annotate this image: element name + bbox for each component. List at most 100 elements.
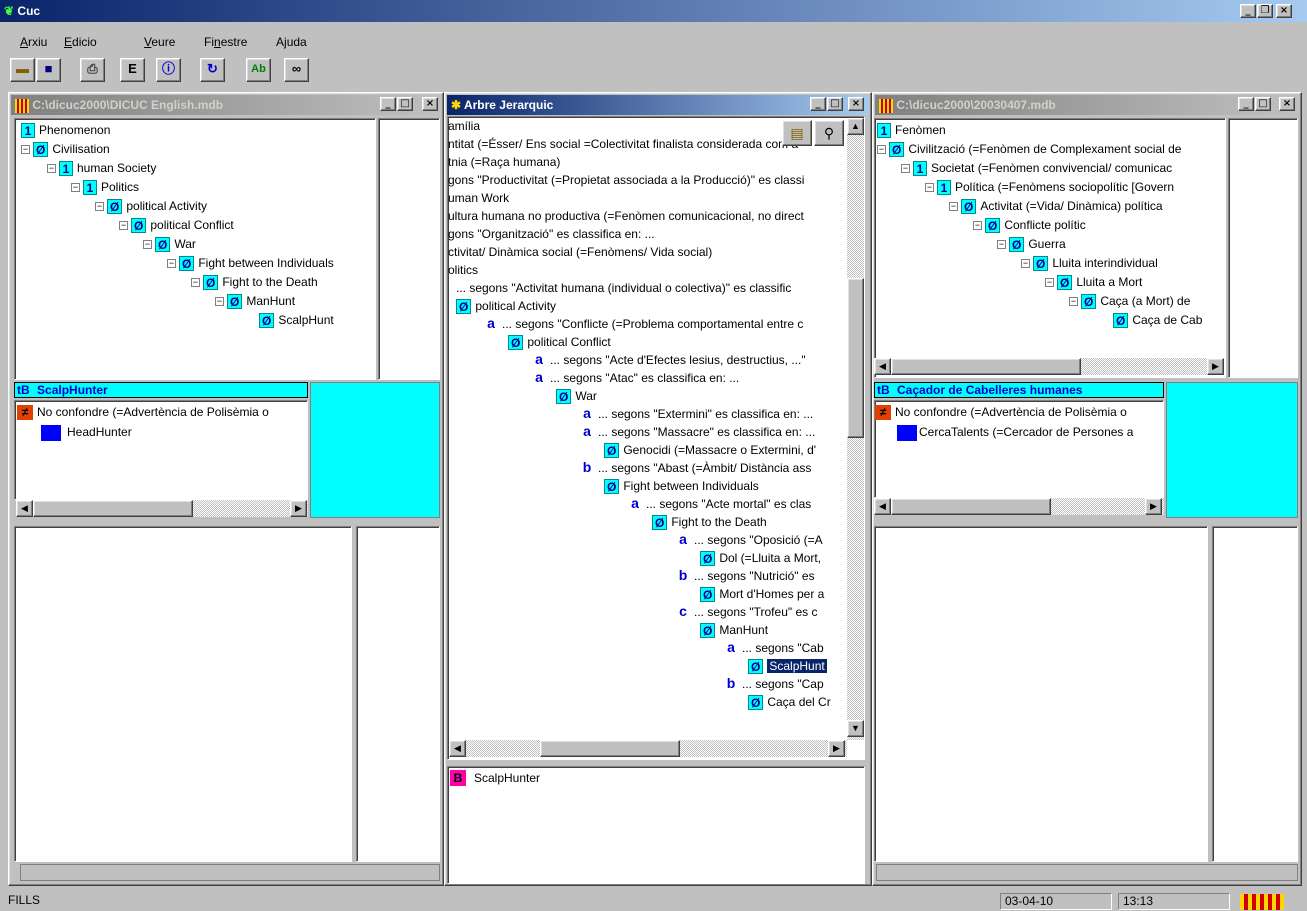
tree-line[interactable]: a... segons "Acte d'Efectes lesius, dest… (532, 351, 806, 369)
center-minimize-button[interactable]: _ (810, 97, 826, 111)
menu-edicio[interactable]: Edicio (64, 35, 97, 49)
tree-line[interactable]: a... segons "Massacre" es classifica en:… (580, 423, 815, 441)
tree-line[interactable]: a... segons "Extermini" es classifica en… (580, 405, 813, 423)
tree-node[interactable]: Ø ScalpHunt (259, 311, 334, 329)
scroll-thumb[interactable] (540, 740, 680, 757)
refresh-icon[interactable]: ↻ (200, 58, 225, 82)
tree-line[interactable]: Øpolitical Conflict (508, 333, 611, 351)
app-restore-button[interactable]: ❐ (1257, 4, 1273, 18)
scroll-right-button[interactable]: ▶ (290, 500, 307, 517)
tree-line-selected[interactable]: Ø ScalpHunt (748, 657, 827, 675)
tree-line[interactable]: a... segons "Cab (724, 639, 824, 657)
tree-line[interactable]: a... segons "Conflicte (=Problema compor… (484, 315, 803, 333)
tree-line[interactable]: Ø Caça del Cr (748, 693, 831, 711)
tree-line[interactable]: Ø War (556, 387, 597, 405)
center-tree[interactable]: amília ntitat (=Ésser/ Ens social =Colec… (447, 116, 865, 760)
scroll-right-button[interactable]: ▶ (1207, 358, 1224, 375)
tree-line[interactable]: gons "Organització" es classifica en: ..… (448, 225, 655, 243)
save-icon[interactable]: ■ (36, 58, 61, 82)
relation-row[interactable]: CercaTalents (=Cercador de Persones a (897, 423, 1133, 441)
scroll-thumb[interactable] (33, 500, 193, 517)
tree-line[interactable]: b... segons "Cap (724, 675, 824, 693)
center-bottom-pane[interactable]: B ScalpHunter (447, 766, 865, 884)
app-minimize-button[interactable]: _ (1240, 4, 1256, 18)
tree-node[interactable]: − Ø Caça (a Mort) de (1069, 292, 1190, 310)
spellcheck-icon[interactable]: Ab (246, 58, 271, 82)
link-icon[interactable]: ∞ (284, 58, 309, 82)
scroll-down-button[interactable]: ▼ (847, 720, 864, 737)
scroll-left-button[interactable]: ◀ (874, 498, 891, 515)
tree-node[interactable]: − Ø Civilització (=Fenòmen de Complexament… (877, 140, 1181, 158)
scroll-left-button[interactable]: ◀ (16, 500, 33, 517)
tree-line[interactable]: b... segons "Nutrició" es (676, 567, 815, 585)
right-tree[interactable]: 1 Fenòmen − Ø Civilització (=Fenòmen de Com… (874, 118, 1226, 378)
tree-node[interactable]: − Ø Fight between Individuals (167, 254, 334, 272)
tree-line[interactable]: olitics (448, 261, 478, 279)
center-maximize-button[interactable]: □ (827, 97, 843, 111)
tree-node[interactable]: 1 Fenòmen (877, 121, 946, 139)
tree-node[interactable]: − Ø Activitat (=Vida/ Dinàmica) política (949, 197, 1163, 215)
scroll-up-button[interactable]: ▲ (847, 118, 864, 135)
tree-line[interactable]: a... segons "Acte mortal" es clas (628, 495, 811, 513)
tree-node[interactable]: − Ø Civilisation (21, 140, 110, 158)
center-close-button[interactable]: × (848, 97, 864, 111)
tree-line[interactable]: b... segons "Abast (=Àmbit/ Distància as… (580, 459, 812, 477)
right-relations[interactable]: ≠ No confondre (=Advertència de Polisèmia… (874, 400, 1164, 498)
tree-node[interactable]: − Ø Conflicte polític (973, 216, 1086, 234)
relation-row[interactable]: ≠ No confondre (=Advertència de Polisèmia… (17, 403, 269, 421)
tree-line[interactable]: a... segons "Oposició (=A (676, 531, 823, 549)
tree-icon[interactable]: E (120, 58, 145, 82)
tree-node[interactable]: − Ø Lluita interindividual (1021, 254, 1158, 272)
tree-node[interactable]: − Ø Guerra (997, 235, 1066, 253)
app-close-button[interactable]: × (1276, 4, 1292, 18)
tree-line[interactable]: ntitat (=Ésser/ Ens social =Colectivitat… (448, 135, 798, 153)
tree-node[interactable]: −1 Política (=Fenòmens sociopolític [Gove… (925, 178, 1174, 196)
menu-arxiu[interactable]: Arxiu (20, 35, 47, 49)
ruler-icon[interactable]: ▤ (782, 120, 812, 146)
tree-line[interactable]: tnia (=Raça humana) (448, 153, 560, 171)
scroll-thumb[interactable] (891, 498, 1051, 515)
tree-line[interactable]: uman Work (448, 189, 509, 207)
scroll-left-button[interactable]: ◀ (449, 740, 466, 757)
tree-line[interactable]: Ø Mort d'Homes per a (700, 585, 824, 603)
scroll-right-button[interactable]: ▶ (828, 740, 845, 757)
tree-node[interactable]: −1 human Society (47, 159, 156, 177)
scroll-thumb[interactable] (891, 358, 1081, 375)
menu-ajuda[interactable]: Ajuda (276, 35, 307, 49)
tree-line[interactable]: ultura humana no productiva (=Fenòmen co… (448, 207, 804, 225)
term-row[interactable]: B ScalpHunter (450, 769, 540, 787)
tree-node[interactable]: − Øpolitical Activity (95, 197, 207, 215)
tree-node[interactable]: 1 Phenomenon (21, 121, 110, 139)
tree-line[interactable]: gons "Productivitat (=Propietat associad… (448, 171, 804, 189)
tree-node[interactable]: −1 Politics (71, 178, 139, 196)
left-minimize-button[interactable]: _ (380, 97, 396, 111)
tree-line[interactable]: amília (448, 117, 480, 135)
tree-node[interactable]: − Øpolitical Conflict (119, 216, 234, 234)
tree-line[interactable]: ... segons "Activitat humana (individual… (456, 279, 791, 297)
open-icon[interactable]: ▬ (10, 58, 35, 82)
tree-node[interactable]: − Ø ManHunt (215, 292, 295, 310)
tree-line[interactable]: Ø Fight between Individuals (604, 477, 759, 495)
tree-node[interactable]: − Ø Lluita a Mort (1045, 273, 1142, 291)
scroll-left-button[interactable]: ◀ (874, 358, 891, 375)
left-relations[interactable]: ≠ No confondre (=Advertència de Polisèmia… (14, 400, 308, 500)
tree-line[interactable]: c... segons "Trofeu" es c (676, 603, 817, 621)
menu-veure[interactable]: Veure (144, 35, 175, 49)
tree-node[interactable]: Ø Caça de Cab (1113, 311, 1202, 329)
info-icon[interactable]: ⓘ (156, 58, 181, 82)
menu-finestre[interactable]: Finestre (204, 35, 247, 49)
tree-line[interactable]: Ø Fight to the Death (652, 513, 767, 531)
tree-line[interactable]: a... segons "Atac" es classifica en: ... (532, 369, 739, 387)
right-minimize-button[interactable]: _ (1238, 97, 1254, 111)
print-icon[interactable]: ⎙ (80, 58, 105, 82)
relation-row[interactable]: HeadHunter (41, 423, 132, 441)
right-close-button[interactable]: × (1279, 97, 1295, 111)
tree-line[interactable]: Øpolitical Activity (456, 297, 556, 315)
tree-node[interactable]: − Ø Fight to the Death (191, 273, 318, 291)
scroll-thumb[interactable] (847, 278, 864, 438)
relation-row[interactable]: ≠ No confondre (=Advertència de Polisèmia… (875, 403, 1127, 421)
scroll-right-button[interactable]: ▶ (1145, 498, 1162, 515)
left-maximize-button[interactable]: □ (397, 97, 413, 111)
tree-node[interactable]: − Ø War (143, 235, 196, 253)
tree-line[interactable]: Ø Genocidi (=Massacre o Extermini, d' (604, 441, 816, 459)
